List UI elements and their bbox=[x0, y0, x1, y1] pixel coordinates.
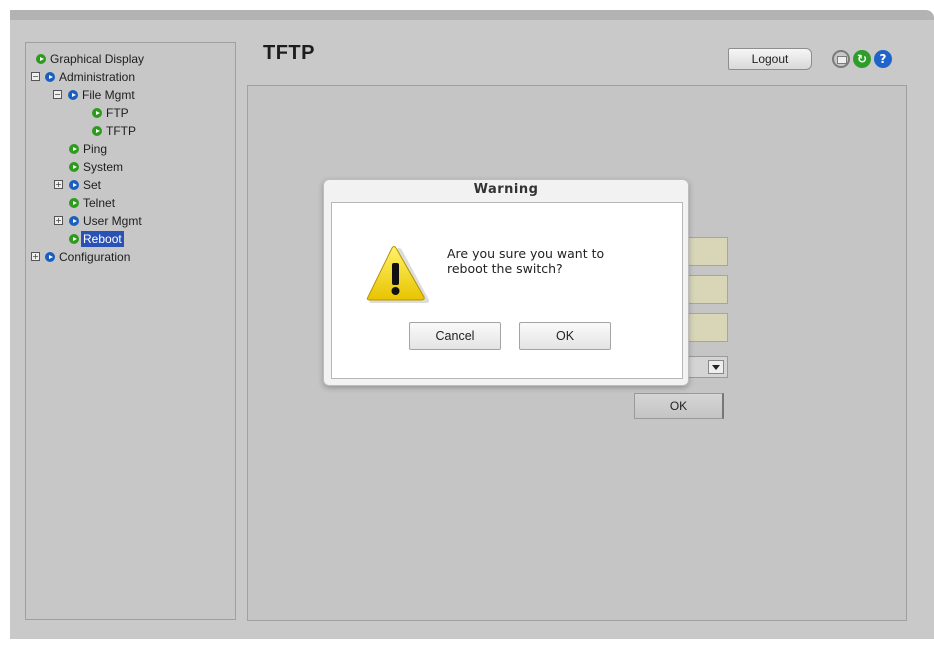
expand-icon[interactable]: + bbox=[31, 252, 40, 261]
blue-arrow-icon bbox=[69, 180, 79, 190]
green-arrow-icon bbox=[69, 144, 79, 154]
dialog-body: Are you sure you want to reboot the swit… bbox=[331, 202, 683, 379]
tree-item-graphical-display[interactable]: Graphical Display bbox=[26, 50, 235, 68]
tree-item-file-mgmt[interactable]: − File Mgmt bbox=[26, 86, 235, 104]
tree-item-label: FTP bbox=[106, 106, 129, 120]
tree-item-label: TFTP bbox=[106, 124, 136, 138]
dialog-message-line: reboot the switch? bbox=[447, 261, 563, 276]
form-ok-button[interactable]: OK bbox=[634, 393, 724, 419]
refresh-icon[interactable]: ↻ bbox=[853, 50, 871, 68]
tree-item-label: File Mgmt bbox=[82, 88, 135, 102]
help-icon[interactable]: ? bbox=[874, 50, 892, 68]
green-arrow-icon bbox=[69, 198, 79, 208]
tree-item-reboot[interactable]: Reboot bbox=[26, 230, 235, 248]
tree-item-ftp[interactable]: FTP bbox=[26, 104, 235, 122]
expand-icon[interactable]: + bbox=[54, 180, 63, 189]
blue-arrow-icon bbox=[45, 252, 55, 262]
filename-field[interactable] bbox=[688, 275, 728, 304]
tree-item-label-selected: Reboot bbox=[81, 231, 124, 247]
tree-item-telnet[interactable]: Telnet bbox=[26, 194, 235, 212]
tree-item-configuration[interactable]: + Configuration bbox=[26, 248, 235, 266]
dialog-title: Warning bbox=[473, 182, 539, 197]
tree-item-label: Administration bbox=[59, 70, 136, 84]
green-arrow-icon bbox=[92, 126, 102, 136]
tree-item-label: Graphical Display bbox=[50, 52, 145, 66]
cancel-button[interactable]: Cancel bbox=[409, 322, 501, 350]
tree-item-label: Set bbox=[83, 178, 102, 192]
warning-triangle-icon bbox=[366, 246, 429, 303]
path-field[interactable] bbox=[688, 313, 728, 342]
expand-icon[interactable]: + bbox=[54, 216, 63, 225]
collapse-icon[interactable]: − bbox=[31, 72, 40, 81]
tree-item-tftp[interactable]: TFTP bbox=[26, 122, 235, 140]
green-arrow-icon bbox=[36, 54, 46, 64]
blue-arrow-icon bbox=[69, 216, 79, 226]
navigation-tree: Graphical Display − Administration − Fil… bbox=[25, 42, 236, 620]
logout-button[interactable]: Logout bbox=[728, 48, 812, 70]
tree-item-set[interactable]: + Set bbox=[26, 176, 235, 194]
warning-dialog: Warning Are you sure you want to reboot … bbox=[323, 179, 689, 386]
type-select[interactable] bbox=[688, 356, 728, 378]
ok-button[interactable]: OK bbox=[519, 322, 611, 350]
dropdown-arrow-icon[interactable] bbox=[708, 360, 724, 374]
page-title: TFTP bbox=[263, 42, 315, 64]
save-icon[interactable] bbox=[832, 50, 850, 68]
green-arrow-icon bbox=[69, 162, 79, 172]
server-ip-field[interactable] bbox=[688, 237, 728, 266]
tree-item-label: Configuration bbox=[59, 250, 131, 264]
tree-item-administration[interactable]: − Administration bbox=[26, 68, 235, 86]
green-arrow-icon bbox=[92, 108, 102, 118]
dialog-message: Are you sure you want to reboot the swit… bbox=[447, 246, 667, 276]
dialog-message-line: Are you sure you want to bbox=[447, 246, 605, 261]
blue-arrow-icon bbox=[45, 72, 55, 82]
tree-item-ping[interactable]: Ping bbox=[26, 140, 235, 158]
collapse-icon[interactable]: − bbox=[53, 90, 62, 99]
tree-item-system[interactable]: System bbox=[26, 158, 235, 176]
blue-arrow-icon bbox=[68, 90, 78, 100]
green-arrow-icon bbox=[69, 234, 79, 244]
tree-item-label: User Mgmt bbox=[83, 214, 142, 228]
tree-item-label: System bbox=[83, 160, 124, 174]
tree-item-label: Telnet bbox=[83, 196, 116, 210]
tree-item-user-mgmt[interactable]: + User Mgmt bbox=[26, 212, 235, 230]
tree-item-label: Ping bbox=[83, 142, 108, 156]
